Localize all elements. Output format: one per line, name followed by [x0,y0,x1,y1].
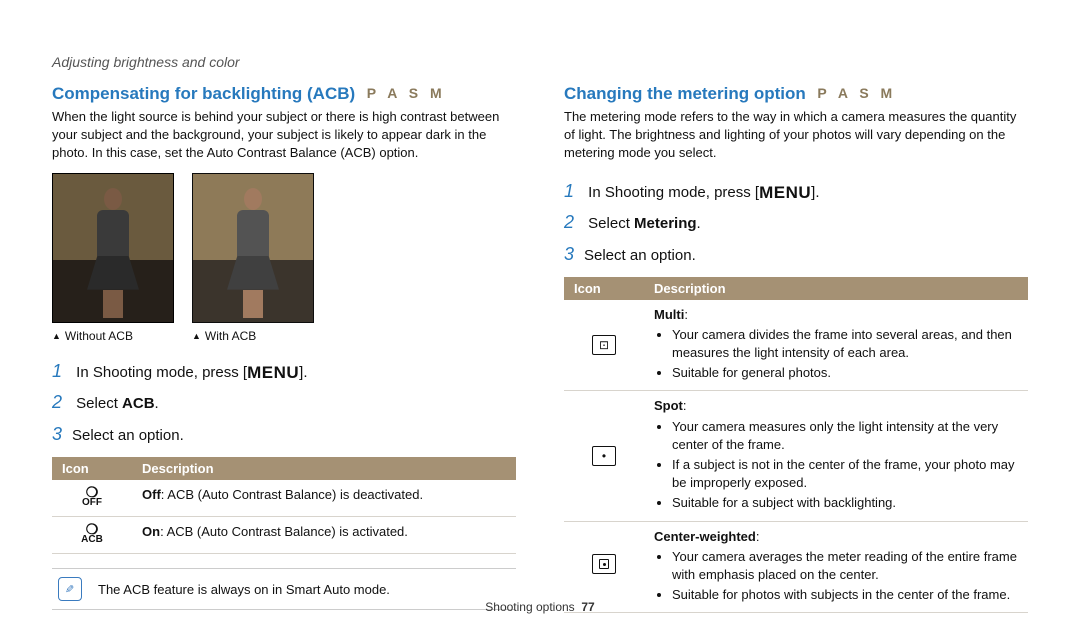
menu-button-label: MENU [247,363,299,382]
note-icon [58,577,82,601]
metering-step-2: Select Metering. [564,210,1028,235]
acb-options-table: Icon Description ❍ OFF Off: ACB (Auto Co… [52,457,516,554]
footer-section: Shooting options [485,600,574,614]
metering-step-3: Select an option. [564,242,1028,267]
metering-steps: In Shooting mode, press [MENU]. Select M… [564,179,1028,267]
note-text: The ACB feature is always on in Smart Au… [98,582,390,597]
acb-row-off: ❍ OFF Off: ACB (Auto Contrast Balance) i… [52,480,516,517]
mode-indicator: P A S M [817,85,896,101]
page-footer: Shooting options 77 [0,600,1080,614]
acb-on-icon: ❍ ACB [81,523,103,545]
acb-row-on: ❍ ACB On: ACB (Auto Contrast Balance) is… [52,516,516,553]
metering-options-table: Icon Description Multi: Your camera divi… [564,277,1028,614]
section-heading-metering: Changing the metering option P A S M [564,84,1028,104]
metering-step-1: In Shooting mode, press [MENU]. [564,179,1028,205]
metering-center-icon [592,554,616,574]
acb-off-icon: ❍ OFF [81,486,103,508]
page-content: Compensating for backlighting (ACB) P A … [0,0,1080,613]
acb-step-1: In Shooting mode, press [MENU]. [52,359,516,385]
acb-steps: In Shooting mode, press [MENU]. Select A… [52,359,516,447]
photo-caption-without: Without ACB [52,329,172,343]
acb-step-3: Select an option. [52,422,516,447]
photo-caption-with: With ACB [192,329,312,343]
photo-comparison: Without ACB With ACB [52,173,516,343]
mode-indicator: P A S M [367,85,446,101]
th-desc: Description [644,277,1028,300]
photo-image-bright [192,173,314,323]
menu-button-label: MENU [759,183,811,202]
metering-row-spot: Spot: Your camera measures only the ligh… [564,391,1028,521]
metering-title: Changing the metering option [564,84,806,103]
acb-intro: When the light source is behind your sub… [52,108,516,163]
metering-multi-icon [592,335,616,355]
th-icon: Icon [52,457,132,480]
th-desc: Description [132,457,516,480]
photo-without-acb: Without ACB [52,173,172,343]
metering-row-multi: Multi: Your camera divides the frame int… [564,300,1028,391]
breadcrumb: Adjusting brightness and color [52,54,240,70]
right-column: Changing the metering option P A S M The… [564,50,1028,613]
acb-title: Compensating for backlighting (ACB) [52,84,355,103]
metering-spot-icon [592,446,616,466]
th-icon: Icon [564,277,644,300]
photo-with-acb: With ACB [192,173,312,343]
photo-image-dark [52,173,174,323]
section-heading-acb: Compensating for backlighting (ACB) P A … [52,84,516,104]
left-column: Compensating for backlighting (ACB) P A … [52,50,516,613]
metering-intro: The metering mode refers to the way in w… [564,108,1028,163]
page-number: 77 [581,600,594,614]
acb-step-2: Select ACB. [52,390,516,415]
